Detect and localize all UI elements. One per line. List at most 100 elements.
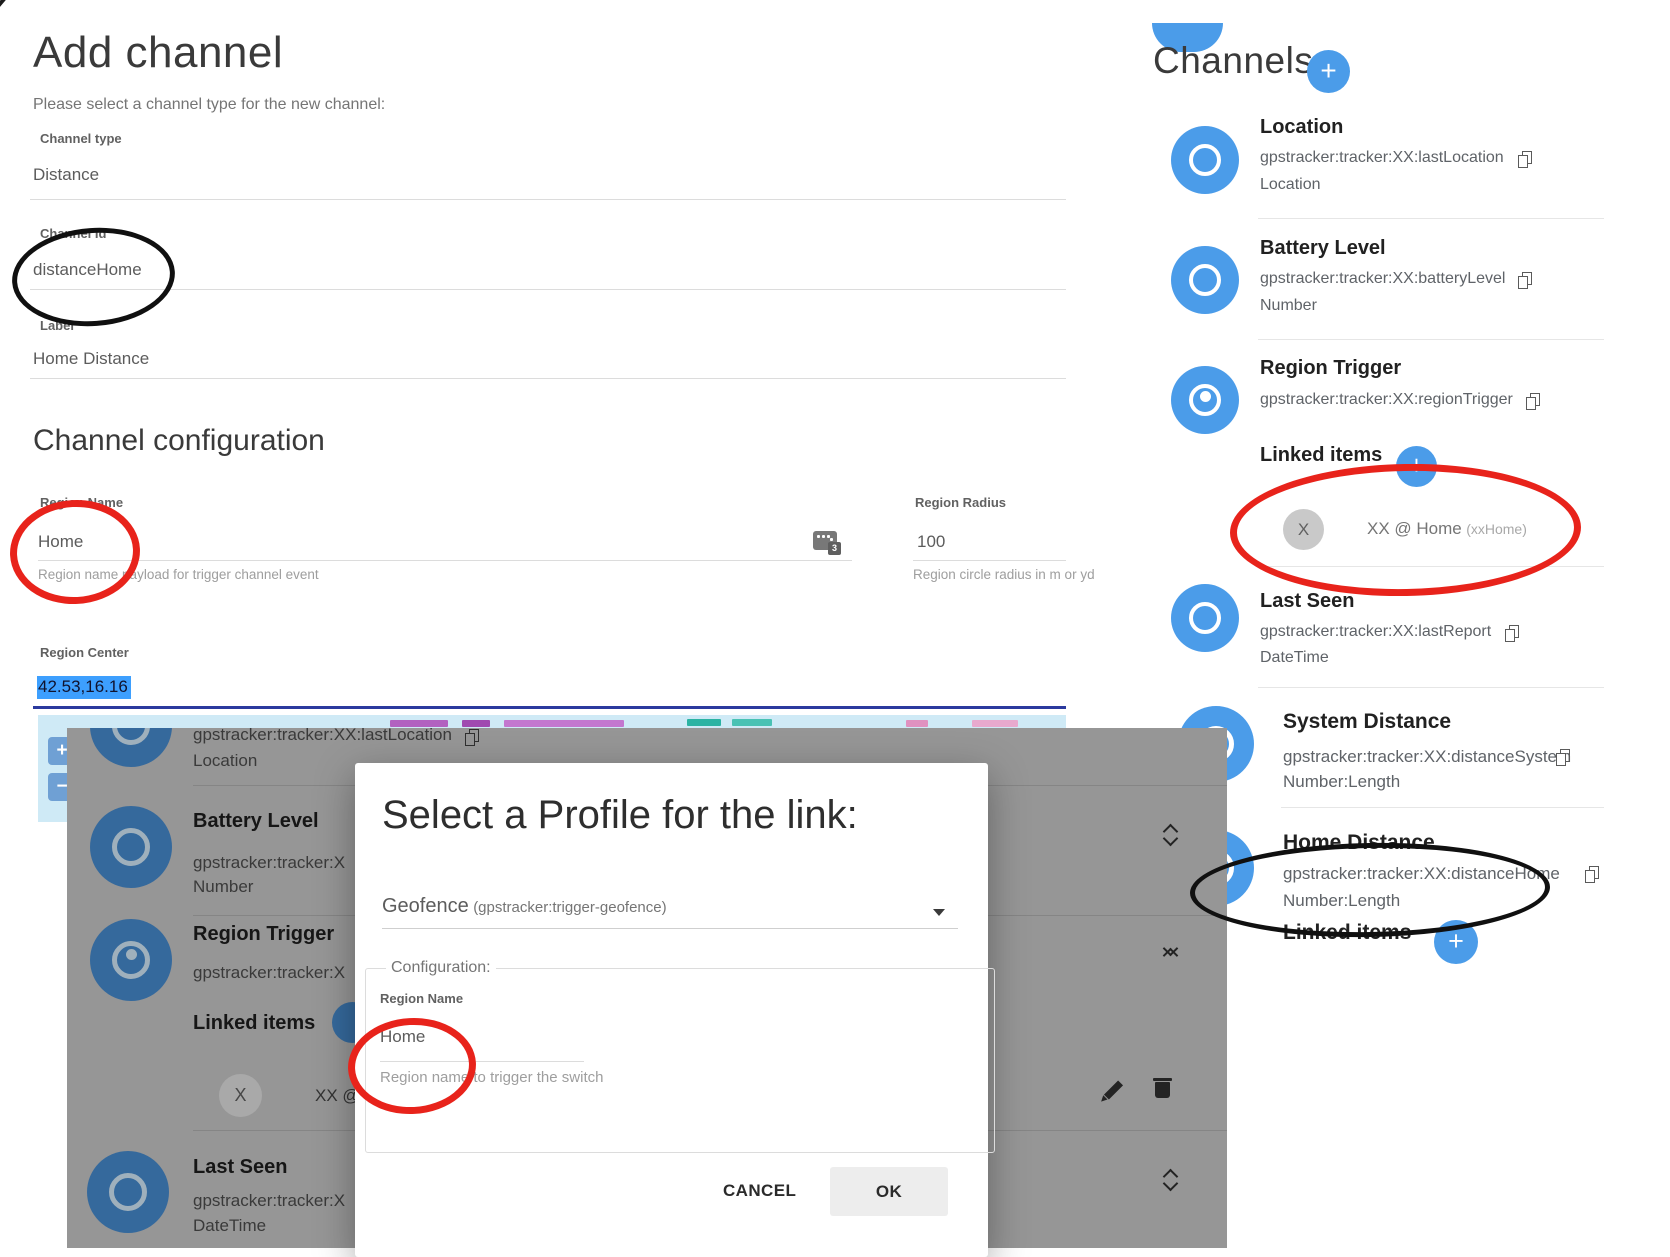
channel-icon-battery: [1171, 246, 1239, 314]
dialog-region-name-input[interactable]: Home: [380, 1027, 425, 1047]
row-divider: [1258, 218, 1604, 219]
channel-id-input[interactable]: distanceHome: [33, 260, 142, 280]
state-channel-icon: [1189, 602, 1221, 634]
channel-uid: gpstracker:tracker:XX:batteryLevel: [1260, 270, 1505, 288]
profile-select-value: Geofence: [382, 895, 469, 917]
channel-title: Region Trigger: [193, 923, 334, 946]
unfold-less-icon[interactable]: [1163, 940, 1179, 964]
region-name-input[interactable]: Home: [38, 532, 83, 552]
channel-title: Location: [1260, 116, 1343, 139]
map-left-sliver: + −: [38, 715, 67, 822]
channel-title: Last Seen: [193, 1156, 287, 1179]
channel-title: Battery Level: [193, 810, 319, 833]
map-label-mark: [504, 720, 624, 727]
channel-icon-location: [90, 728, 172, 767]
channel-item-type: Location: [193, 751, 257, 771]
region-radius-input[interactable]: 100: [917, 532, 945, 552]
autofill-keyboard-icon[interactable]: 3: [813, 531, 837, 550]
dialog-region-name-underline: [380, 1061, 584, 1062]
dialog-region-name-label: Region Name: [380, 991, 463, 1006]
copy-uid-icon[interactable]: [1505, 625, 1518, 641]
corner-artifact: [0, 0, 6, 13]
row-divider: [1258, 566, 1604, 567]
channel-item-type: Number: [1260, 297, 1317, 315]
channel-icon-region-trigger: [90, 919, 172, 1001]
region-name-hint: Region name payload for trigger channel …: [38, 567, 319, 582]
map-label-mark: [390, 720, 448, 727]
map-water-mark: [687, 719, 721, 726]
channel-uid: gpstracker:tracker:X: [193, 1191, 345, 1211]
trigger-channel-icon: [112, 941, 150, 979]
channel-uid: gpstracker:tracker:XX:distanceHome: [1283, 864, 1560, 884]
ok-button[interactable]: OK: [830, 1167, 948, 1216]
channel-item-type: Location: [1260, 176, 1321, 194]
state-channel-icon: [109, 1173, 147, 1211]
cancel-button[interactable]: CANCEL: [723, 1181, 796, 1201]
channel-icon-last-seen: [87, 1151, 169, 1233]
row-divider: [1281, 807, 1604, 808]
state-channel-icon: [112, 828, 150, 866]
profile-select-underline: [382, 928, 958, 929]
channel-id-label: Channel Id: [40, 226, 106, 241]
unfold-more-icon[interactable]: [1163, 823, 1179, 847]
channel-item-type: Number:Length: [1283, 891, 1400, 911]
channel-icon-region-trigger: [1171, 366, 1239, 434]
linked-item-row[interactable]: XX @ Home (xxHome): [1367, 519, 1527, 539]
label-input[interactable]: Home Distance: [33, 349, 149, 369]
region-radius-label: Region Radius: [915, 495, 1006, 510]
linked-items-header: Linked items: [1283, 921, 1411, 945]
channel-title: Home Distance: [1283, 831, 1435, 855]
add-link-fab[interactable]: +: [1396, 446, 1437, 487]
copy-uid-icon[interactable]: [465, 729, 478, 745]
copy-uid-icon[interactable]: [1518, 151, 1531, 167]
channel-type-underline: [30, 199, 1066, 200]
channel-uid: gpstracker:tracker:XX:lastLocation: [1260, 149, 1504, 167]
linked-item-avatar: X: [1283, 509, 1324, 550]
delete-link-icon[interactable]: [1155, 1082, 1170, 1098]
map-zoom-out-button[interactable]: −: [48, 773, 67, 801]
map-zoom-in-button[interactable]: +: [48, 737, 67, 765]
channel-uid: gpstracker:tracker:XX:lastLocation: [193, 728, 452, 745]
add-link-fab[interactable]: +: [1434, 920, 1478, 964]
configuration-fieldset: Configuration: Region Name Home Region n…: [365, 959, 995, 1153]
copy-uid-icon[interactable]: [1556, 749, 1569, 765]
configuration-legend: Configuration:: [386, 959, 496, 977]
channel-title: System Distance: [1283, 710, 1451, 734]
channel-uid: gpstracker:tracker:XX:lastReport: [1260, 623, 1491, 641]
config-section-title: Channel configuration: [33, 424, 325, 458]
unfold-more-icon[interactable]: [1163, 1168, 1179, 1192]
region-center-input[interactable]: 42.53,16.16: [37, 676, 131, 699]
state-channel-icon: [112, 728, 150, 745]
copy-uid-icon[interactable]: [1518, 272, 1531, 288]
map-label-mark: [462, 720, 490, 727]
edit-link-icon[interactable]: [1104, 1080, 1123, 1099]
map-poi-mark: [972, 720, 1018, 727]
map-poi-mark: [906, 720, 928, 727]
linked-item-name: XX @ Home: [1367, 519, 1462, 538]
region-name-underline: [38, 560, 852, 561]
add-channel-fab[interactable]: +: [1307, 50, 1350, 93]
channel-icon-battery: [90, 806, 172, 888]
channel-uid: gpstracker:tracker:XX:regionTrigger: [1260, 391, 1513, 409]
trigger-channel-icon: [1189, 384, 1221, 416]
label-underline: [30, 378, 1066, 379]
channel-item-type: Number:Length: [1283, 772, 1400, 792]
linked-items-header: Linked items: [193, 1012, 315, 1035]
label-label: Label: [40, 318, 74, 333]
state-channel-icon: [1189, 144, 1221, 176]
linked-item-avatar: X: [219, 1074, 262, 1117]
region-name-label: Region Name: [40, 495, 123, 510]
map-top-sliver: [38, 715, 1066, 728]
copy-uid-icon[interactable]: [1526, 393, 1539, 409]
profile-select[interactable]: Geofence (gpstracker:trigger-geofence): [382, 895, 958, 918]
copy-uid-icon[interactable]: [1585, 866, 1598, 882]
region-center-label: Region Center: [40, 645, 129, 660]
channel-id-underline: [30, 289, 1066, 290]
channel-item-type: DateTime: [1260, 649, 1329, 667]
profile-dialog: Select a Profile for the link: Geofence …: [355, 763, 988, 1257]
channel-type-input[interactable]: Distance: [33, 165, 99, 185]
state-channel-icon: [1189, 264, 1221, 296]
row-divider: [1258, 687, 1604, 688]
add-channel-page: Add channel Please select a channel type…: [0, 0, 1670, 1257]
profile-select-detail: (gpstracker:trigger-geofence): [473, 899, 666, 916]
